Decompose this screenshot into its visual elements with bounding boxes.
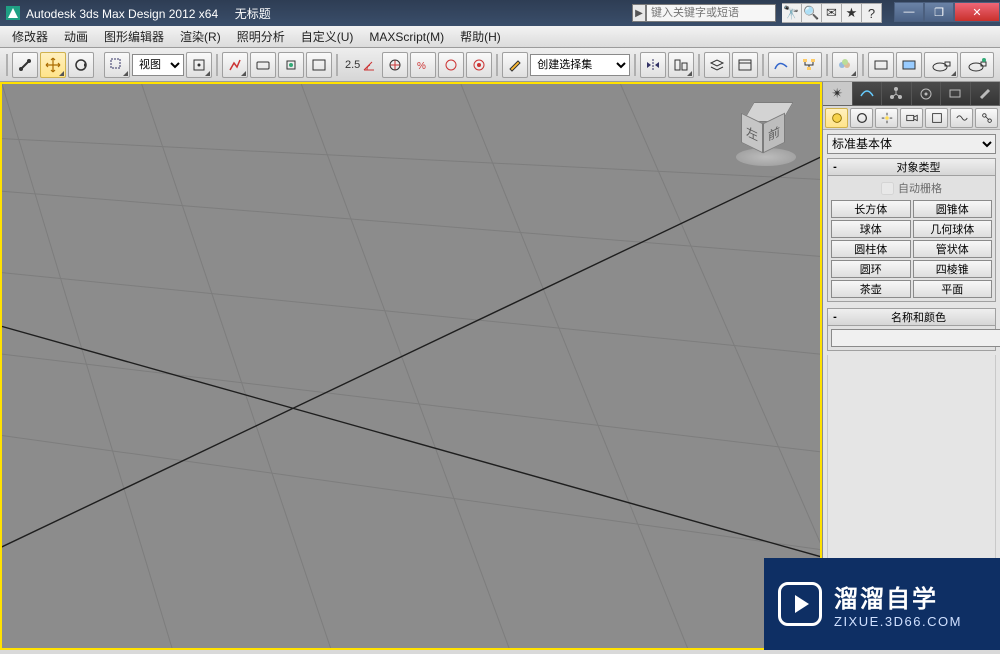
menu-lighting-analysis[interactable]: 照明分析: [229, 26, 293, 47]
search-icon[interactable]: 🔍: [802, 3, 822, 23]
rollout-name-color-header[interactable]: - 名称和颜色: [827, 308, 996, 326]
primitive-sphere-button[interactable]: 球体: [831, 220, 911, 238]
snaps-toggle-button[interactable]: [278, 52, 304, 78]
spinner-snap-button[interactable]: [438, 52, 464, 78]
layer-manager-button[interactable]: [704, 52, 730, 78]
window-controls: — ❐ ✕: [894, 2, 1000, 24]
keyboard-shortcut-button[interactable]: [250, 52, 276, 78]
menu-bar: 修改器 动画 图形编辑器 渲染(R) 照明分析 自定义(U) MAXScript…: [0, 26, 1000, 48]
material-editor-button[interactable]: [832, 52, 858, 78]
object-name-input[interactable]: [831, 329, 1000, 347]
use-center-button[interactable]: [186, 52, 212, 78]
render-iterative-button[interactable]: [960, 52, 994, 78]
help-search-input[interactable]: [646, 4, 776, 22]
rollout-object-type-body: 自动栅格 长方体 圆锥体 球体 几何球体 圆柱体 管状体 圆环 四棱锥 茶壶 平…: [827, 176, 996, 302]
autogrid-checkbox: [881, 182, 894, 195]
help-search-toolbar: 🔭 🔍 ✉ ★ ?: [782, 3, 882, 23]
create-subtabs: [823, 106, 1000, 130]
primitive-pyramid-button[interactable]: 四棱锥: [913, 260, 993, 278]
menu-customize[interactable]: 自定义(U): [293, 26, 362, 47]
named-selection-button[interactable]: [306, 52, 332, 78]
viewcube[interactable]: 左 前: [730, 102, 802, 174]
close-button[interactable]: ✕: [954, 2, 1000, 22]
align-button[interactable]: [668, 52, 694, 78]
select-manipulate-button[interactable]: [222, 52, 248, 78]
angle-snap-button[interactable]: [382, 52, 408, 78]
percent-snap-button[interactable]: %: [410, 52, 436, 78]
search-chevron-icon[interactable]: ▶: [632, 4, 646, 22]
subtab-spacewarps[interactable]: [950, 108, 973, 128]
primitive-cylinder-button[interactable]: 圆柱体: [831, 240, 911, 258]
command-panel-tabs: ✴: [823, 82, 1000, 106]
rendered-frame-button[interactable]: [896, 52, 922, 78]
graphite-ribbon-button[interactable]: [732, 52, 758, 78]
tab-create[interactable]: ✴: [823, 82, 853, 105]
autogrid-label: 自动栅格: [898, 180, 942, 196]
named-selection-dropdown[interactable]: 创建选择集: [530, 54, 630, 76]
subtab-lights[interactable]: [875, 108, 898, 128]
render-production-button[interactable]: [924, 52, 958, 78]
subtab-geometry[interactable]: [825, 108, 848, 128]
rollout-name-color-body: [827, 326, 996, 351]
menu-animation[interactable]: 动画: [56, 26, 96, 47]
primitive-cone-button[interactable]: 圆锥体: [913, 200, 993, 218]
binoculars-icon[interactable]: 🔭: [782, 3, 802, 23]
curve-editor-button[interactable]: [768, 52, 794, 78]
select-link-button[interactable]: [12, 52, 38, 78]
select-move-button[interactable]: [40, 52, 66, 78]
watermark-overlay: 溜溜自学 ZIXUE.3D66.COM: [764, 558, 1000, 650]
primitive-teapot-button[interactable]: 茶壶: [831, 280, 911, 298]
schematic-view-button[interactable]: [796, 52, 822, 78]
category-dropdown[interactable]: 标准基本体: [827, 134, 996, 154]
rollout-object-type-header[interactable]: - 对象类型: [827, 158, 996, 176]
menu-modifiers[interactable]: 修改器: [4, 26, 56, 47]
tab-modify[interactable]: [853, 82, 883, 105]
subtab-cameras[interactable]: [900, 108, 923, 128]
favorites-icon[interactable]: ★: [842, 3, 862, 23]
minus-icon: -: [828, 161, 842, 173]
tab-utilities[interactable]: [971, 82, 1000, 105]
main-toolbar: 视图 2.5 % 创建选择集: [0, 48, 1000, 82]
comm-center-icon[interactable]: ✉: [822, 3, 842, 23]
viewport-grid: [2, 84, 820, 648]
primitive-torus-button[interactable]: 圆环: [831, 260, 911, 278]
angle-snap-value: 2.5: [342, 57, 380, 73]
snap-options-button[interactable]: [466, 52, 492, 78]
menu-graph-editors[interactable]: 图形编辑器: [96, 26, 172, 47]
window-titlebar: Autodesk 3ds Max Design 2012 x64 无标题 ▶ 🔭…: [0, 0, 1000, 26]
tab-motion[interactable]: [912, 82, 942, 105]
menu-rendering[interactable]: 渲染(R): [172, 26, 229, 47]
app-title: Autodesk 3ds Max Design 2012 x64: [26, 7, 218, 21]
viewport[interactable]: 左 前: [0, 82, 822, 650]
primitive-plane-button[interactable]: 平面: [913, 280, 993, 298]
select-rotate-button[interactable]: [68, 52, 94, 78]
tab-hierarchy[interactable]: [882, 82, 912, 105]
help-search: ▶: [632, 4, 776, 22]
primitive-tube-button[interactable]: 管状体: [913, 240, 993, 258]
select-region-button[interactable]: [104, 52, 130, 78]
svg-text:%: %: [417, 61, 426, 72]
minus-icon: -: [828, 311, 842, 323]
help-icon[interactable]: ?: [862, 3, 882, 23]
document-title: 无标题: [235, 7, 271, 21]
render-setup-button[interactable]: [868, 52, 894, 78]
subtab-systems[interactable]: [975, 108, 998, 128]
autogrid-row: 自动栅格: [831, 179, 992, 200]
minimize-button[interactable]: —: [894, 2, 924, 22]
watermark-title: 溜溜自学: [834, 579, 962, 614]
watermark-logo: [778, 582, 822, 626]
app-icon: [4, 4, 22, 22]
menu-help[interactable]: 帮助(H): [452, 26, 509, 47]
edit-named-selection-button[interactable]: [502, 52, 528, 78]
menu-maxscript[interactable]: MAXScript(M): [361, 28, 452, 46]
tab-display[interactable]: [941, 82, 971, 105]
primitive-geosphere-button[interactable]: 几何球体: [913, 220, 993, 238]
subtab-helpers[interactable]: [925, 108, 948, 128]
primitive-box-button[interactable]: 长方体: [831, 200, 911, 218]
watermark-subtitle: ZIXUE.3D66.COM: [834, 614, 962, 629]
subtab-shapes[interactable]: [850, 108, 873, 128]
reference-coord-dropdown[interactable]: 视图: [132, 54, 184, 76]
mirror-button[interactable]: [640, 52, 666, 78]
maximize-button[interactable]: ❐: [924, 2, 954, 22]
